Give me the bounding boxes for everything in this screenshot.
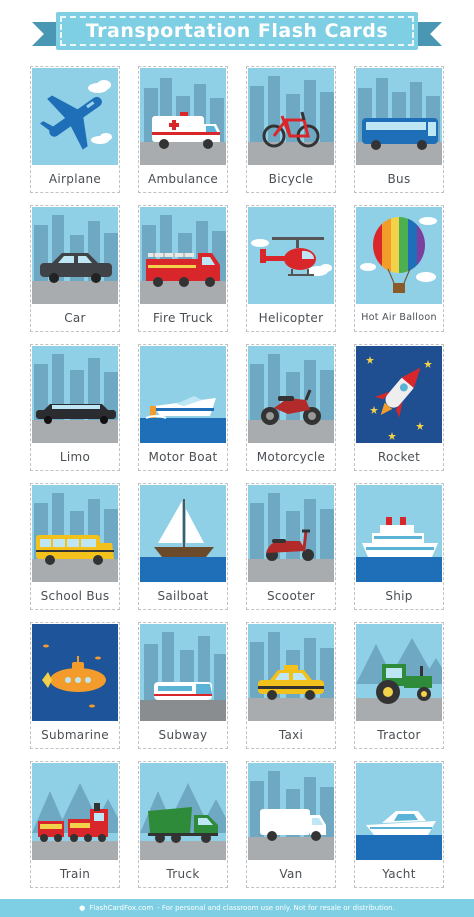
card-label: Bicycle bbox=[268, 172, 314, 186]
card-label: School Bus bbox=[40, 589, 110, 603]
card-limo: Limo bbox=[30, 344, 120, 471]
footer-site: FlashCardFox.com bbox=[89, 904, 154, 912]
card-label: Fire Truck bbox=[153, 311, 213, 325]
school-bus-illustration bbox=[32, 485, 118, 582]
card-airplane: Airplane bbox=[30, 66, 120, 193]
card-submarine: Submarine bbox=[30, 622, 120, 749]
card-label: Motorcycle bbox=[256, 450, 326, 464]
card-ship: Ship bbox=[354, 483, 444, 610]
card-label: Ship bbox=[385, 589, 413, 603]
ambulance-illustration bbox=[140, 68, 226, 165]
card-school-bus: School Bus bbox=[30, 483, 120, 610]
card-helicopter: Helicopter bbox=[246, 205, 336, 332]
card-sailboat: Sailboat bbox=[138, 483, 228, 610]
card-train: Train bbox=[30, 761, 120, 888]
rocket-illustration bbox=[356, 346, 442, 443]
airplane-illustration bbox=[32, 68, 118, 165]
helicopter-illustration bbox=[248, 207, 334, 304]
submarine-illustration bbox=[32, 624, 118, 721]
truck-illustration bbox=[140, 763, 226, 860]
page-title: Transportation Flash Cards bbox=[85, 20, 389, 42]
bus-illustration bbox=[356, 68, 442, 165]
yacht-illustration bbox=[356, 763, 442, 860]
card-label: Scooter bbox=[266, 589, 316, 603]
card-label: Yacht bbox=[382, 867, 416, 881]
tractor-illustration bbox=[356, 624, 442, 721]
motorcycle-illustration bbox=[248, 346, 334, 443]
card-label: Rocket bbox=[377, 450, 421, 464]
hot-air-balloon-illustration bbox=[356, 207, 442, 304]
card-label: Taxi bbox=[278, 728, 304, 742]
card-label: Truck bbox=[166, 867, 200, 881]
car-illustration bbox=[32, 207, 118, 304]
card-truck: Truck bbox=[138, 761, 228, 888]
flash-card-grid: Airplane Ambulance Bicycle Bus Car Fire … bbox=[30, 66, 444, 888]
card-scooter: Scooter bbox=[246, 483, 336, 610]
card-label: Limo bbox=[59, 450, 91, 464]
subway-illustration bbox=[140, 624, 226, 721]
card-subway: Subway bbox=[138, 622, 228, 749]
fire-truck-illustration bbox=[140, 207, 226, 304]
card-hot-air-balloon: Hot Air Balloon bbox=[354, 205, 444, 332]
card-label: Ambulance bbox=[147, 172, 219, 186]
card-tractor: Tractor bbox=[354, 622, 444, 749]
card-label: Helicopter bbox=[258, 311, 324, 325]
card-label: Train bbox=[59, 867, 91, 881]
card-rocket: Rocket bbox=[354, 344, 444, 471]
footer-bar: ● FlashCardFox.com - For personal and cl… bbox=[0, 899, 474, 917]
card-label: Tractor bbox=[377, 728, 421, 742]
card-car: Car bbox=[30, 205, 120, 332]
title-banner: Transportation Flash Cards bbox=[56, 12, 418, 50]
card-label: Hot Air Balloon bbox=[361, 312, 437, 323]
card-label: Subway bbox=[158, 728, 208, 742]
card-ambulance: Ambulance bbox=[138, 66, 228, 193]
fox-logo-icon: ● bbox=[79, 904, 86, 912]
card-label: Motor Boat bbox=[148, 450, 218, 464]
train-illustration bbox=[32, 763, 118, 860]
card-label: Van bbox=[279, 867, 303, 881]
scooter-illustration bbox=[248, 485, 334, 582]
van-illustration bbox=[248, 763, 334, 860]
card-bicycle: Bicycle bbox=[246, 66, 336, 193]
card-yacht: Yacht bbox=[354, 761, 444, 888]
card-taxi: Taxi bbox=[246, 622, 336, 749]
card-label: Car bbox=[64, 311, 86, 325]
card-fire-truck: Fire Truck bbox=[138, 205, 228, 332]
motor-boat-illustration bbox=[140, 346, 226, 443]
taxi-illustration bbox=[248, 624, 334, 721]
sailboat-illustration bbox=[140, 485, 226, 582]
limo-illustration bbox=[32, 346, 118, 443]
card-label: Bus bbox=[387, 172, 411, 186]
card-motorcycle: Motorcycle bbox=[246, 344, 336, 471]
card-bus: Bus bbox=[354, 66, 444, 193]
ship-illustration bbox=[356, 485, 442, 582]
card-label: Airplane bbox=[48, 172, 102, 186]
bicycle-illustration bbox=[248, 68, 334, 165]
card-motor-boat: Motor Boat bbox=[138, 344, 228, 471]
card-label: Submarine bbox=[41, 728, 109, 742]
footer-notice: - For personal and classroom use only. N… bbox=[157, 904, 395, 912]
card-label: Sailboat bbox=[157, 589, 209, 603]
card-van: Van bbox=[246, 761, 336, 888]
